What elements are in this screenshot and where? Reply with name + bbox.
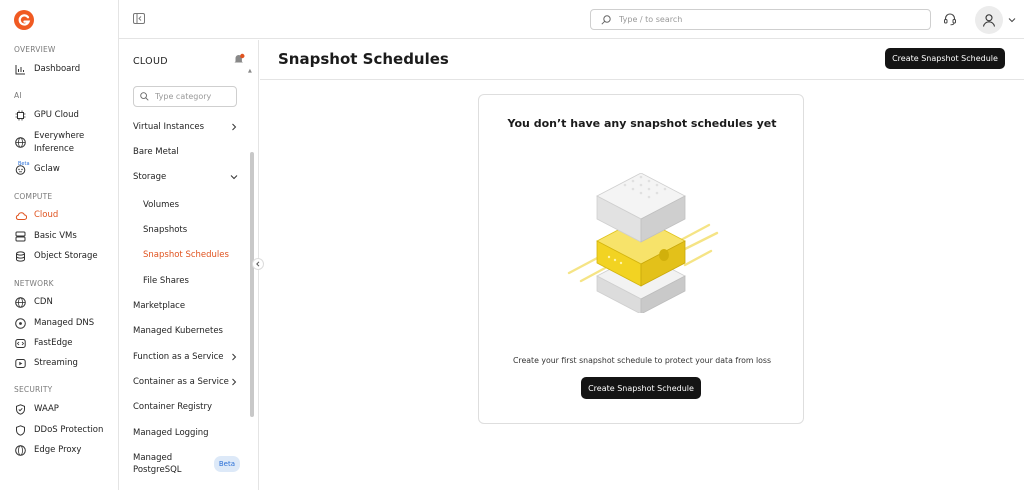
- primary-sidebar: OVERVIEW Dashboard AI GPU Cloud Everywhe…: [0, 0, 119, 490]
- section-ai: AI: [14, 91, 22, 100]
- notification-bell-icon[interactable]: [233, 53, 245, 65]
- cat-item-snapshot-schedules[interactable]: Snapshot Schedules: [143, 249, 238, 261]
- sidebar-toggle-icon[interactable]: [133, 13, 145, 24]
- headset-icon[interactable]: [943, 12, 957, 26]
- nav-item-edge-proxy[interactable]: Edge Proxy: [14, 444, 81, 457]
- globe-icon: [14, 296, 27, 309]
- nav-item-cdn[interactable]: CDN: [14, 296, 53, 309]
- cat-item-bare-metal[interactable]: Bare Metal: [133, 146, 238, 158]
- category-search[interactable]: [133, 86, 237, 107]
- section-network: NETWORK: [14, 279, 54, 288]
- cat-item-marketplace[interactable]: Marketplace: [133, 300, 238, 312]
- robot-icon: [14, 163, 27, 176]
- cat-item-managed-postgresql[interactable]: Managed PostgreSQL Beta: [133, 452, 240, 476]
- beta-badge: Beta: [213, 456, 240, 472]
- nav-item-gpu-cloud[interactable]: GPU Cloud: [14, 109, 79, 122]
- shield-lock-icon: [14, 424, 27, 437]
- nav-item-everywhere-inference[interactable]: Everywhere Inference: [14, 130, 84, 156]
- cat-item-function-as-a-service[interactable]: Function as a Service: [133, 351, 238, 363]
- app-root: OVERVIEW Dashboard AI GPU Cloud Everywhe…: [0, 0, 1024, 490]
- cat-item-file-shares[interactable]: File Shares: [143, 275, 238, 287]
- database-icon: [14, 250, 27, 263]
- chip-icon: [14, 109, 27, 122]
- category-scrollbar[interactable]: [250, 152, 254, 417]
- nav-item-fastedge[interactable]: FastEdge: [14, 337, 72, 350]
- main-content: Snapshot Schedules Create Snapshot Sched…: [260, 40, 1024, 490]
- section-overview: OVERVIEW: [14, 45, 56, 54]
- category-search-input[interactable]: [155, 92, 235, 101]
- cat-item-volumes[interactable]: Volumes: [143, 199, 238, 211]
- nav-item-gclaw[interactable]: Gclaw: [14, 163, 60, 176]
- nav-item-basic-vms[interactable]: Basic VMs: [14, 230, 77, 243]
- section-security: SECURITY: [14, 385, 53, 394]
- cat-item-managed-kubernetes[interactable]: Managed Kubernetes: [133, 325, 238, 337]
- create-snapshot-schedule-button[interactable]: Create Snapshot Schedule: [885, 48, 1005, 69]
- proxy-globe-icon: [14, 444, 27, 457]
- nav-item-streaming[interactable]: Streaming: [14, 357, 78, 370]
- nav-item-cloud[interactable]: Cloud: [14, 209, 58, 222]
- avatar[interactable]: [975, 5, 1003, 34]
- empty-state-description: Create your first snapshot schedule to p…: [512, 356, 772, 365]
- nav-item-managed-dns[interactable]: Managed DNS: [14, 317, 94, 330]
- play-icon: [14, 357, 27, 370]
- create-snapshot-schedule-empty-button[interactable]: Create Snapshot Schedule: [581, 377, 701, 399]
- nav-item-dashboard[interactable]: Dashboard: [14, 63, 80, 76]
- cat-item-storage[interactable]: Storage: [133, 171, 238, 183]
- code-icon: [14, 337, 27, 350]
- page-header: Snapshot Schedules Create Snapshot Sched…: [260, 40, 1024, 80]
- category-sidebar: CLOUD ▲ Virtual Instances Bare Metal Sto…: [119, 40, 259, 490]
- nav-item-object-storage[interactable]: Object Storage: [14, 250, 98, 263]
- search-icon: [601, 14, 611, 25]
- scroll-up-arrow-icon[interactable]: ▲: [248, 68, 252, 74]
- cat-item-container-as-a-service[interactable]: Container as a Service: [133, 376, 238, 388]
- page-title: Snapshot Schedules: [278, 50, 449, 68]
- top-bar: [119, 0, 1024, 39]
- nav-item-ddos-protection[interactable]: DDoS Protection: [14, 424, 103, 437]
- user-icon: [982, 13, 996, 27]
- chevron-right-icon: [232, 123, 237, 131]
- cat-item-container-registry[interactable]: Container Registry: [133, 401, 238, 413]
- chevron-right-icon: [232, 353, 237, 361]
- cat-item-managed-logging[interactable]: Managed Logging: [133, 427, 238, 439]
- storage-stack-illustration: [567, 173, 719, 313]
- section-compute: COMPUTE: [14, 192, 53, 201]
- shield-icon: [14, 403, 27, 416]
- category-title: CLOUD: [133, 56, 168, 67]
- cloud-icon: [14, 209, 27, 222]
- empty-state-card: You don’t have any snapshot schedules ye…: [478, 94, 804, 424]
- bar-chart-icon: [14, 63, 27, 76]
- chevron-down-icon: [230, 175, 238, 180]
- nav-item-waap[interactable]: WAAP: [14, 403, 59, 416]
- chevron-down-icon: [1008, 17, 1016, 22]
- user-menu[interactable]: [975, 5, 1023, 34]
- server-icon: [14, 230, 27, 243]
- search-icon: [140, 92, 149, 101]
- global-search-input[interactable]: [619, 15, 899, 24]
- globe-icon: [14, 136, 27, 149]
- empty-state-title: You don’t have any snapshot schedules ye…: [507, 117, 777, 130]
- cat-item-snapshots[interactable]: Snapshots: [143, 224, 238, 236]
- cat-item-virtual-instances[interactable]: Virtual Instances: [133, 121, 238, 133]
- global-search[interactable]: [590, 9, 931, 30]
- chevron-right-icon: [232, 378, 237, 386]
- gcore-logo-icon[interactable]: [13, 9, 35, 31]
- network-globe-icon: [14, 317, 27, 330]
